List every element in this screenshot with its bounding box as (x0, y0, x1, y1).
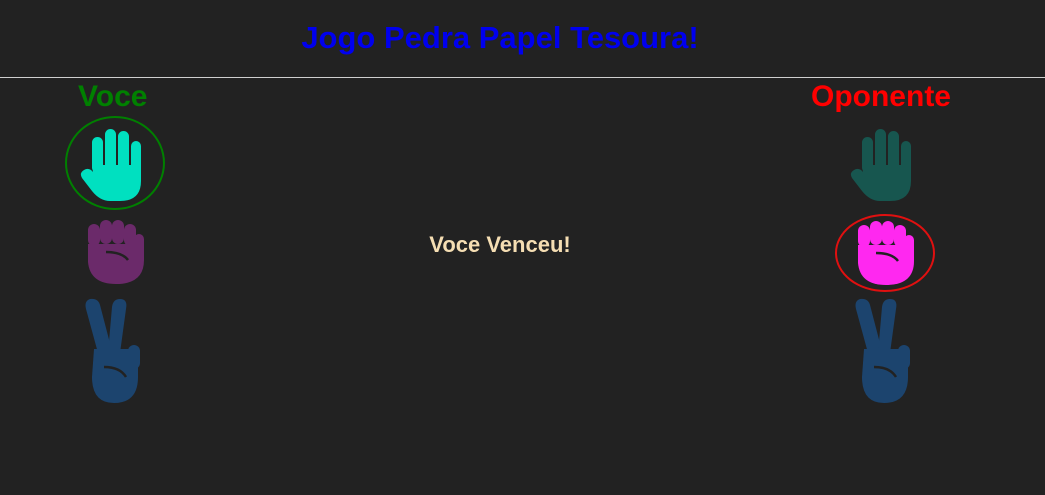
hand-rock-icon (88, 220, 144, 284)
you-choice-paper[interactable] (65, 116, 165, 210)
hand-rock-icon (858, 221, 914, 285)
you-label: Voce (78, 80, 148, 113)
hand-scissors-icon (855, 298, 910, 403)
opponent-choice-rock (835, 214, 935, 292)
opponent-label: Oponente (811, 80, 951, 113)
opponent-choice-paper (835, 116, 935, 210)
you-choice-scissors[interactable] (70, 294, 160, 406)
hand-paper-icon (850, 129, 911, 201)
hand-paper-icon (80, 129, 141, 201)
you-choice-rock[interactable] (70, 212, 160, 292)
header: Jogo Pedra Papel Tesoura! (0, 0, 1045, 78)
opponent-choice-scissors (840, 294, 930, 406)
hand-scissors-icon (85, 298, 140, 403)
page-title: Jogo Pedra Papel Tesoura! (301, 20, 699, 55)
game-page: Jogo Pedra Papel Tesoura! Voce Oponente (0, 0, 1045, 495)
result-message: Voce Venceu! (429, 232, 571, 257)
